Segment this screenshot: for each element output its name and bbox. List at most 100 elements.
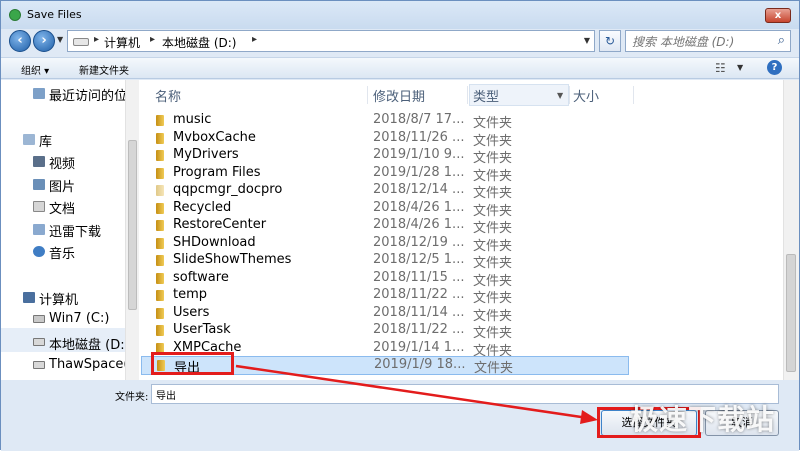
- sidebar-item-video[interactable]: 视频: [49, 153, 75, 172]
- table-row[interactable]: software 2018/11/15 ... 文件夹: [141, 269, 631, 289]
- refresh-icon[interactable]: ↻: [599, 30, 621, 52]
- file-type: 文件夹: [474, 361, 514, 376]
- new-folder-button[interactable]: 新建文件夹: [79, 62, 129, 77]
- chevron-right-icon[interactable]: ▸: [94, 34, 99, 45]
- file-type: 文件夹: [473, 326, 513, 341]
- file-date: 2019/1/10 9...: [373, 147, 465, 162]
- navigation-row: ‹ › ▼ ▸ 计算机 ▸ 本地磁盘 (D:) ▸ ▼ ↻ ⌕: [1, 29, 799, 53]
- folder-name-label: 文件夹:: [115, 392, 149, 403]
- table-row[interactable]: qqpcmgr_docpro 2018/12/14 ... 文件夹: [141, 182, 631, 201]
- folder-icon: [156, 167, 164, 179]
- file-name: Users: [173, 304, 210, 320]
- column-divider[interactable]: [569, 86, 570, 104]
- help-icon[interactable]: ?: [767, 60, 782, 75]
- sidebar-item-music[interactable]: 音乐: [49, 243, 75, 262]
- sidebar-item-libraries[interactable]: 库: [39, 131, 52, 150]
- sidebar-item-computer[interactable]: 计算机: [39, 289, 78, 308]
- file-name: music: [173, 112, 212, 127]
- table-row[interactable]: SlideShowThemes 2018/12/5 1... 文件夹: [141, 252, 631, 271]
- sidebar-item-drive-d[interactable]: 本地磁盘 (D:: [49, 334, 125, 353]
- search-box[interactable]: ⌕: [625, 30, 791, 52]
- window-title: Save Files: [27, 8, 82, 21]
- column-divider[interactable]: [467, 86, 468, 104]
- address-dropdown-icon[interactable]: ▼: [584, 36, 590, 45]
- file-date: 2018/11/15 ...: [373, 269, 465, 285]
- file-name: UserTask: [173, 322, 231, 337]
- file-type: 文件夹: [473, 133, 513, 149]
- drive-icon: [73, 38, 89, 46]
- back-arrow-icon[interactable]: ‹: [9, 30, 31, 52]
- breadcrumb-drive-d[interactable]: 本地磁盘 (D:): [162, 34, 236, 51]
- view-dropdown-icon[interactable]: ▼: [737, 63, 743, 72]
- file-name: RestoreCenter: [173, 217, 267, 232]
- table-row[interactable]: temp 2018/11/22 ... 文件夹: [141, 287, 631, 306]
- table-row[interactable]: SHDownload 2018/12/19 ... 文件夹: [141, 234, 631, 254]
- file-type: 文件夹: [473, 221, 513, 236]
- file-date: 2018/12/14 ...: [373, 182, 465, 197]
- search-icon[interactable]: ⌕: [778, 33, 785, 48]
- folder-icon: [156, 185, 164, 196]
- forward-arrow-icon[interactable]: ›: [33, 30, 55, 52]
- chevron-right-icon[interactable]: ▸: [252, 34, 257, 45]
- file-date: 2018/12/19 ...: [373, 234, 465, 250]
- drive-icon: [33, 361, 45, 369]
- table-row[interactable]: music 2018/8/7 17... 文件夹: [141, 112, 631, 131]
- file-name: SHDownload: [173, 234, 256, 250]
- folder-icon: [156, 325, 164, 336]
- picture-icon: [33, 179, 45, 190]
- download-icon: [33, 224, 45, 235]
- sidebar-item-recent[interactable]: 最近访问的位: [49, 85, 125, 104]
- music-icon: [33, 246, 45, 257]
- file-type: 文件夹: [473, 256, 513, 271]
- libraries-icon: [23, 134, 35, 145]
- table-row[interactable]: UserTask 2018/11/22 ... 文件夹: [141, 322, 631, 341]
- table-row[interactable]: Users 2018/11/14 ... 文件夹: [141, 304, 631, 324]
- file-date: 2019/1/9 18...: [374, 357, 466, 372]
- table-row[interactable]: Recycled 2018/4/26 1... 文件夹: [141, 199, 631, 219]
- search-input[interactable]: [626, 32, 766, 52]
- highlight-selected-folder: [151, 352, 234, 375]
- file-list-scrollbar[interactable]: [783, 80, 799, 380]
- view-options-icon[interactable]: ☷: [715, 61, 726, 75]
- recent-places-icon: [33, 88, 45, 99]
- file-name: Recycled: [173, 199, 232, 215]
- file-name: qqpcmgr_docpro: [173, 182, 283, 197]
- breadcrumb-computer[interactable]: 计算机: [104, 34, 140, 51]
- table-row[interactable]: Program Files 2019/1/28 1... 文件夹: [141, 165, 631, 184]
- column-header-date[interactable]: 修改日期: [373, 86, 425, 105]
- column-header-type[interactable]: 类型: [473, 86, 499, 105]
- file-type: 文件夹: [473, 308, 513, 324]
- folder-icon: [156, 220, 164, 231]
- watermark-text: 极速下载站: [630, 403, 776, 436]
- column-header-name[interactable]: 名称: [155, 86, 181, 105]
- file-list-scrollbar-thumb[interactable]: [786, 254, 796, 372]
- address-bar[interactable]: ▸ 计算机 ▸ 本地磁盘 (D:) ▸ ▼: [67, 30, 595, 52]
- content-area: 最近访问的位 库 视频 图片 文档 迅雷下载 音乐 计算机 Win7 (C:) …: [1, 80, 799, 380]
- sidebar-item-xunlei-download[interactable]: 迅雷下载: [49, 221, 101, 240]
- folder-icon: [156, 115, 164, 126]
- table-row[interactable]: MyDrivers 2019/1/10 9... 文件夹: [141, 147, 631, 166]
- file-name: SlideShowThemes: [173, 252, 292, 267]
- save-files-dialog: Save Files x ‹ › ▼ ▸ 计算机 ▸ 本地磁盘 (D:) ▸ ▼…: [0, 0, 800, 451]
- file-type: 文件夹: [473, 186, 513, 201]
- table-row[interactable]: MvboxCache 2018/11/26 ... 文件夹: [141, 130, 631, 149]
- nav-scrollbar-thumb[interactable]: [128, 140, 137, 310]
- app-icon: [9, 9, 21, 21]
- close-button[interactable]: x: [765, 8, 791, 23]
- chevron-right-icon[interactable]: ▸: [150, 34, 155, 45]
- file-date: 2018/4/26 1...: [373, 199, 465, 215]
- sidebar-item-documents[interactable]: 文档: [49, 198, 75, 217]
- sidebar-item-thawspace[interactable]: ThawSpace(: [49, 357, 125, 372]
- column-divider[interactable]: [633, 86, 634, 104]
- column-header-row: 名称 修改日期 类型 ▼ 大小: [141, 84, 781, 106]
- sidebar-item-drive-c[interactable]: Win7 (C:): [49, 311, 109, 326]
- folder-icon: [156, 255, 164, 266]
- column-header-size[interactable]: 大小: [573, 86, 599, 105]
- sort-dropdown-icon[interactable]: ▼: [557, 91, 563, 100]
- nav-scrollbar[interactable]: [125, 80, 139, 380]
- organize-button[interactable]: 组织 ▾: [21, 62, 49, 77]
- sidebar-item-pictures[interactable]: 图片: [49, 176, 75, 195]
- recent-pages-dropdown-icon[interactable]: ▼: [57, 35, 63, 44]
- table-row[interactable]: RestoreCenter 2018/4/26 1... 文件夹: [141, 217, 631, 236]
- column-divider[interactable]: [367, 86, 368, 104]
